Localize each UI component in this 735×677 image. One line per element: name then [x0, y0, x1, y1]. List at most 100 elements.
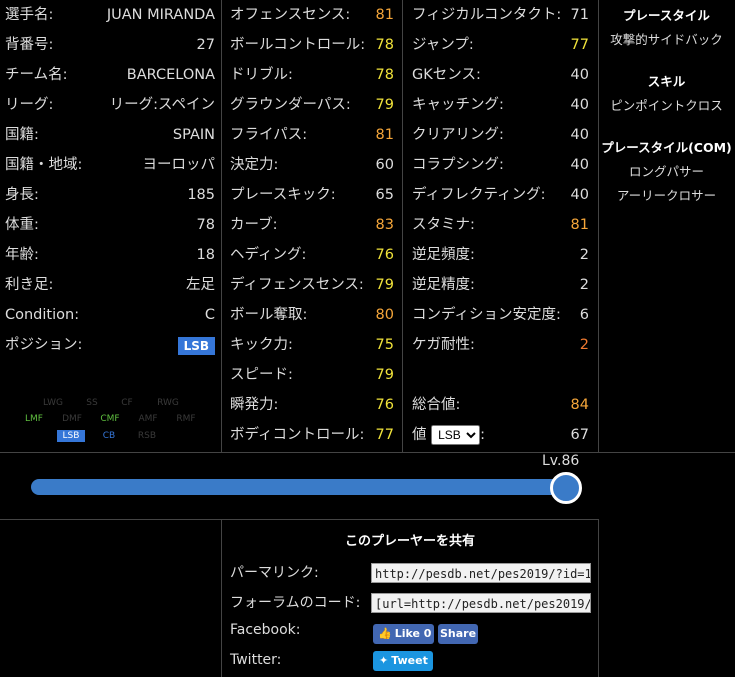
pos-map-amf: AMF [138, 414, 158, 424]
row-label: 選手名 [5, 7, 49, 23]
row-label: プレースキック [230, 187, 331, 203]
row-value: 79 [375, 97, 394, 113]
row-label: クリアリング [412, 127, 499, 143]
row-value: 40 [570, 127, 589, 143]
profile-row: 国籍: SPAIN [5, 120, 215, 150]
row-label: オフェンスセンス [230, 7, 346, 23]
row-value: 77 [570, 37, 589, 53]
playstyle-value: 攻撃的サイドバック [610, 32, 723, 47]
ability-row: ケガ耐性: 2 [412, 330, 589, 360]
pos-map-cb: CB [102, 431, 116, 441]
row-value: 2 [579, 337, 589, 353]
row-label: ヘディング [230, 247, 302, 263]
forum-code-label: フォーラムのコード: [230, 595, 361, 611]
row-label: コンディション安定度 [412, 307, 556, 323]
row-label: ボディコントロール [230, 427, 360, 443]
row-value: 6 [579, 307, 589, 323]
divider [221, 0, 222, 452]
position-select[interactable]: LSB [431, 425, 481, 445]
row-value: 65 [375, 187, 394, 203]
forum-code-field[interactable]: [url=http://pesdb.net/pes2019/?id=1 [371, 593, 591, 613]
pos-map-rmf: RMF [176, 414, 196, 424]
level-label: Lv.86 [542, 453, 580, 469]
com-playstyle-heading: プレースタイル(COM) [601, 140, 732, 155]
facebook-label: Facebook: [230, 622, 301, 638]
row-label: リーグ [5, 97, 49, 113]
row-value: 79 [375, 367, 394, 383]
row-value: 71 [570, 7, 589, 23]
ability-row: プレースキック: 65 [230, 180, 394, 210]
row-value: 40 [570, 97, 589, 113]
row-label: ジャンプ [412, 37, 469, 53]
row-value: 79 [375, 277, 394, 293]
ability-row: 逆足頻度: 2 [412, 240, 589, 270]
row-label: 逆足頻度 [412, 247, 470, 263]
row-label: 瞬発力 [230, 397, 274, 413]
row-value: 78 [196, 217, 215, 233]
row-label: 利き足 [5, 277, 49, 293]
position-label: ポジション: [5, 337, 83, 353]
row-value: 185 [187, 187, 215, 203]
profile-row: チーム名: BARCELONA [5, 60, 215, 90]
ability-row: ディフレクティング: 40 [412, 180, 589, 210]
row-value: 2 [579, 247, 589, 263]
row-value: 78 [375, 37, 394, 53]
row-value: 75 [375, 337, 394, 353]
profile-row: 利き足: 左足 [5, 270, 215, 300]
ability-row: キャッチング: 40 [412, 90, 589, 120]
row-label: スピード [230, 367, 288, 383]
row-value: 60 [375, 157, 394, 173]
row-value: 左足 [186, 277, 215, 293]
level-slider-track[interactable] [31, 479, 566, 495]
position-value: 67 [570, 427, 589, 443]
profile-row: リーグ: リーグ:スペイン [5, 90, 215, 120]
position-badge: LSB [177, 337, 215, 355]
facebook-share-button[interactable]: Share [438, 624, 478, 644]
row-value: JUAN MIRANDA [106, 7, 215, 23]
ability-row: ボディコントロール: 77 [230, 420, 394, 450]
permalink-field[interactable]: http://pesdb.net/pes2019/?id=11847 [371, 563, 591, 583]
row-label: スタミナ [412, 217, 470, 233]
profile-row: 体重: 78 [5, 210, 215, 240]
pos-map-cmf: CMF [100, 414, 120, 424]
ability-row: コンディション安定度: 6 [412, 300, 589, 330]
level-slider-handle[interactable] [550, 472, 582, 504]
com-playstyle-item: アーリークロサー [616, 188, 717, 203]
row-value: ヨーロッパ [142, 157, 216, 173]
row-label: GKセンス [412, 67, 476, 83]
ability-row: ジャンプ: 77 [412, 30, 589, 60]
row-label: チーム名 [5, 67, 63, 83]
row-label: 国籍 [5, 127, 34, 143]
divider [598, 0, 599, 452]
share-title: このプレーヤーを共有 [344, 534, 475, 549]
row-label: ボール奪取 [230, 307, 303, 323]
row-label: 年齢 [5, 247, 34, 263]
overall-row: 総合値: 84 [412, 390, 589, 420]
tweet-button[interactable]: ✦ Tweet [373, 651, 433, 671]
row-value: 76 [375, 397, 394, 413]
profile-row: 背番号: 27 [5, 30, 215, 60]
profile-row: 選手名: JUAN MIRANDA [5, 0, 215, 30]
row-value: リーグ:スペイン [109, 97, 215, 113]
divider [598, 519, 599, 677]
row-value: 2 [579, 277, 589, 293]
row-value: 80 [375, 307, 394, 323]
permalink-label: パーマリンク: [230, 565, 319, 581]
row-value: 81 [570, 217, 589, 233]
pos-map-rsb: RSB [137, 431, 157, 441]
overall-value: 84 [570, 397, 589, 413]
pos-map-lsb: LSB [57, 430, 85, 442]
facebook-like-button[interactable]: 👍 Like 0 [373, 624, 434, 644]
pos-map-dmf: DMF [62, 414, 82, 424]
profile-row: 身長: 185 [5, 180, 215, 210]
row-value: 81 [375, 7, 394, 23]
row-label: フライパス [230, 127, 303, 143]
row-label: グラウンダーパス [230, 97, 346, 113]
skills-heading: スキル [647, 74, 686, 89]
row-value: 83 [375, 217, 394, 233]
row-value: SPAIN [172, 127, 215, 143]
position-row: ポジション: LSB [5, 330, 215, 360]
pos-map-lwg: LWG [42, 398, 64, 408]
row-value: 27 [196, 37, 215, 53]
row-label: フィジカルコンタクト [412, 7, 557, 23]
